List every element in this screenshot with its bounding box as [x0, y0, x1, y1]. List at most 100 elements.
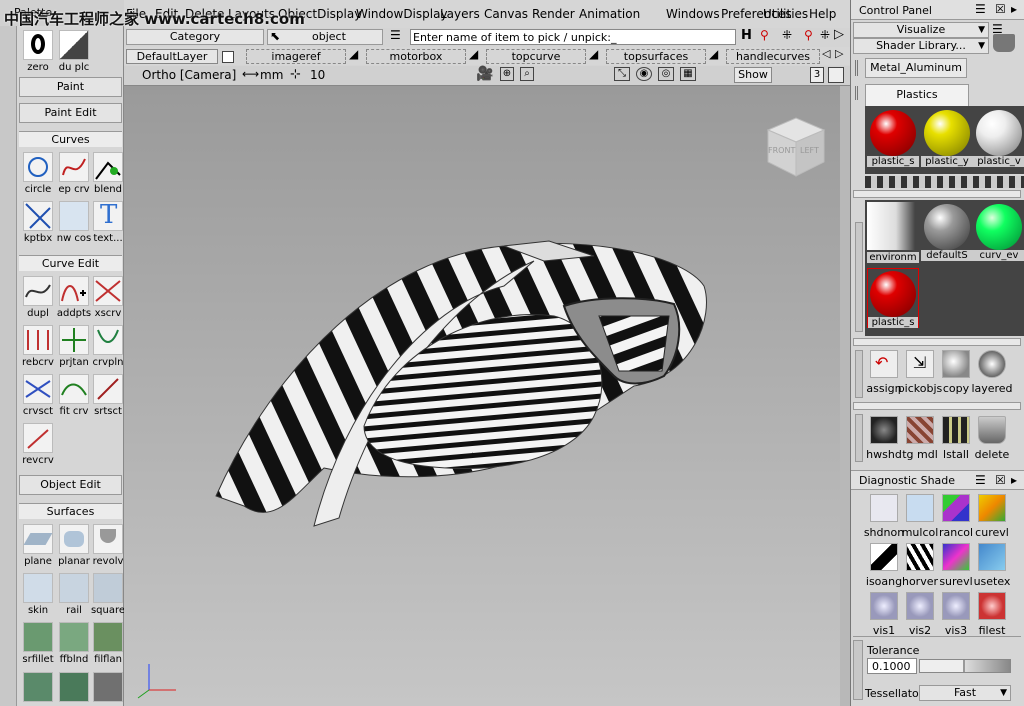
maximize-window-icon[interactable] [828, 67, 844, 83]
scroll-right-icon[interactable]: ▷ [835, 47, 843, 60]
grid-snap-icon[interactable]: ⁜ [820, 28, 830, 42]
tab-metal-aluminum[interactable]: Metal_Aluminum [865, 58, 967, 78]
tessellator-dropdown[interactable]: Fast ▼ [919, 685, 1011, 701]
tool-plane[interactable]: plane [20, 522, 56, 570]
layer-motorbox-toggle-icon[interactable]: ◢ [469, 47, 478, 61]
diag-usetex[interactable]: usetex [971, 541, 1013, 593]
drag-handle[interactable] [855, 86, 859, 100]
history-icon[interactable]: H [741, 28, 752, 43]
menu-utilities[interactable]: Utilities [763, 7, 808, 21]
tool-dupl[interactable]: dupl [20, 274, 56, 322]
view-cube[interactable]: FRONT LEFT [762, 116, 830, 180]
layer-topcurve[interactable]: topcurve [486, 49, 586, 64]
snap-icon[interactable]: ⁜ [782, 28, 792, 42]
layer-imageref-toggle-icon[interactable]: ◢ [349, 47, 358, 61]
list-icon[interactable]: ☰ [390, 28, 401, 42]
tool-du-plc[interactable]: du plc [56, 28, 92, 76]
shader-curv-ev[interactable]: curv_ev [973, 202, 1024, 262]
tool-rail[interactable]: rail [56, 571, 92, 619]
tool-srfillet[interactable]: srfillet [20, 620, 56, 668]
tool-zero[interactable]: zero [20, 28, 56, 76]
paint-edit-button[interactable]: Paint Edit [19, 103, 122, 123]
paint-button[interactable]: Paint [19, 77, 122, 97]
show-button[interactable]: Show [734, 67, 772, 83]
settings-scroll[interactable] [853, 640, 863, 700]
shader-plastic-s-selected[interactable]: plastic_s [867, 268, 919, 328]
curve-edit-header[interactable]: Curve Edit [19, 255, 122, 271]
tab-plastics[interactable]: Plastics [865, 84, 969, 106]
tool-crvsct[interactable]: crvsct [20, 372, 56, 420]
menu-windowdisplay[interactable]: WindowDisplay [356, 7, 448, 21]
surfaces-header[interactable]: Surfaces [19, 503, 122, 519]
diagnostic-menu-icon[interactable]: ☰ [975, 473, 986, 487]
layer-imageref[interactable]: imageref [246, 49, 346, 64]
pick-name-input[interactable] [410, 29, 736, 45]
tool-square[interactable]: square [90, 571, 126, 619]
camera-icon[interactable]: 🎥 [476, 66, 493, 82]
tool-prjtan[interactable]: prjtan [56, 323, 92, 371]
pick-tool-icon[interactable]: ⚲ [760, 28, 769, 42]
palette-scroll-strip[interactable] [0, 26, 17, 706]
tool-revolv[interactable]: revolv [90, 522, 126, 570]
menu-animation[interactable]: Animation [579, 7, 640, 21]
delete-button[interactable]: delete [971, 414, 1013, 466]
tumble-icon[interactable]: ⤡ [614, 67, 630, 81]
diag-curevl[interactable]: curevl [971, 492, 1013, 544]
scroll-left-icon[interactable]: ◁ [822, 47, 830, 60]
curves-header[interactable]: Curves [19, 131, 122, 147]
play-icon[interactable]: ▷ [834, 27, 844, 42]
shader-plastic-v[interactable]: plastic_v [973, 108, 1024, 168]
menu-canvas[interactable]: Canvas [484, 7, 528, 21]
tool-kptbx[interactable]: kptbx [20, 199, 56, 247]
pick-tool-alt-icon[interactable]: ⚲ [804, 28, 813, 42]
menu-layers[interactable]: Layers [440, 7, 480, 21]
tool-srtsct[interactable]: srtsct [90, 372, 126, 420]
diagnostic-close-icon[interactable]: ☒ [995, 473, 1006, 487]
shader-library-dropdown[interactable]: Shader Library... ▼ [853, 38, 989, 54]
layer-topsurfaces-toggle-icon[interactable]: ◢ [709, 47, 718, 61]
shader-environment[interactable]: environm [867, 202, 919, 263]
wireframe-icon[interactable]: ▦ [680, 67, 696, 81]
layer-default-checkbox[interactable] [222, 51, 234, 63]
tool-planar[interactable]: planar [56, 522, 92, 570]
layer-handlecurves[interactable]: handlecurves [726, 49, 820, 64]
view-number[interactable]: 3 [810, 67, 824, 83]
tool-extra-2[interactable] [56, 670, 92, 706]
layer-motorbox[interactable]: motorbox [366, 49, 466, 64]
menu-windows[interactable]: Windows [666, 7, 720, 21]
panel-menu-icon[interactable]: ☰ [975, 2, 986, 16]
layer-topsurfaces[interactable]: topsurfaces [606, 49, 706, 64]
tool-ffblnd[interactable]: ffblnd [56, 620, 92, 668]
diagnostic-arrow-icon[interactable]: ▸ [1011, 473, 1017, 487]
visualize-dropdown[interactable]: Visualize ▼ [853, 22, 989, 38]
menu-help[interactable]: Help [809, 7, 836, 21]
tolerance-input[interactable] [867, 658, 917, 674]
shader-plastic-s[interactable]: plastic_s [867, 108, 919, 168]
lock-view-icon[interactable]: ◎ [658, 67, 674, 81]
tool-crvpln[interactable]: crvpln [90, 323, 126, 371]
trash-icon[interactable] [993, 34, 1015, 52]
drag-handle[interactable] [855, 60, 859, 76]
tool-blend[interactable]: blend [90, 150, 126, 198]
object-edit-button[interactable]: Object Edit [19, 475, 122, 495]
viewport-scrollbar[interactable] [840, 86, 850, 706]
tool-skin[interactable]: skin [20, 571, 56, 619]
tolerance-slider[interactable] [919, 659, 1011, 673]
shader-defaults[interactable]: defaultS [921, 202, 973, 262]
tool-circle[interactable]: circle [20, 150, 56, 198]
action-scrollbar[interactable] [853, 402, 1021, 410]
layered-button[interactable]: layered [971, 348, 1013, 400]
tool-extra-1[interactable] [20, 670, 56, 706]
tool-fit-crv[interactable]: fit crv [56, 372, 92, 420]
camera-label[interactable]: Ortho [Camera] [142, 68, 236, 82]
zoom-box-icon[interactable]: ⊕ [500, 67, 514, 81]
diag-filest[interactable]: filest [971, 590, 1013, 642]
panel-arrow-icon[interactable]: ▸ [1011, 2, 1017, 16]
tool-ep-crv[interactable]: ep crv [56, 150, 92, 198]
tool-revcrv[interactable]: revcrv [20, 421, 56, 469]
layer-topcurve-toggle-icon[interactable]: ◢ [589, 47, 598, 61]
object-dropdown[interactable]: ⬉ object [267, 29, 383, 45]
scene-shader-scroll[interactable] [855, 222, 863, 332]
tool-rebcrv[interactable]: rebcrv [20, 323, 56, 371]
layer-default[interactable]: DefaultLayer [126, 49, 218, 64]
